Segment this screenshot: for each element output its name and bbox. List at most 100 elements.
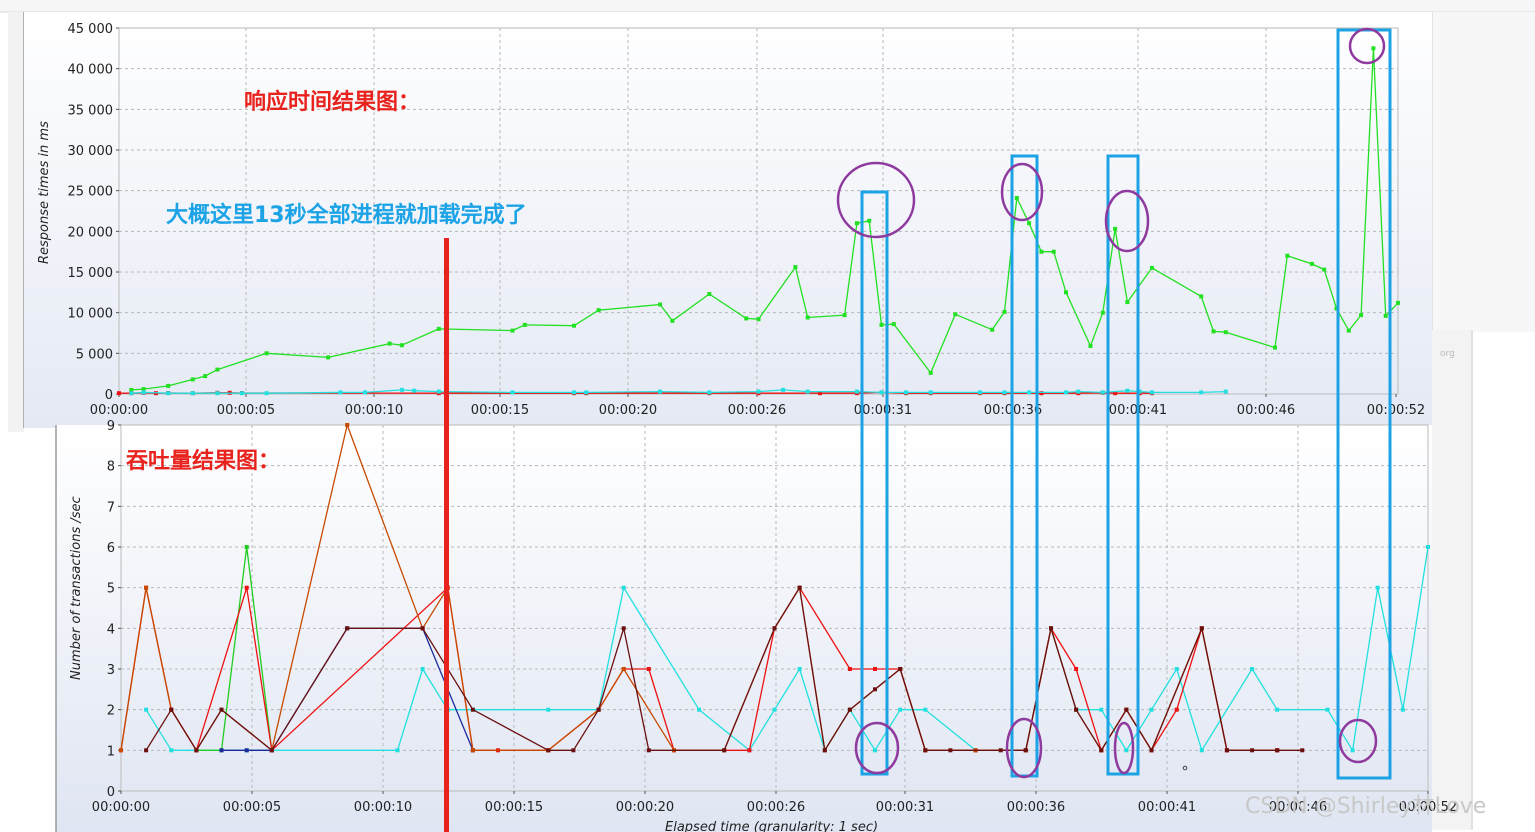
data-point <box>1400 707 1405 712</box>
left-window-edge <box>8 12 24 432</box>
data-point <box>873 748 877 753</box>
data-point <box>670 318 675 323</box>
data-point <box>269 748 274 753</box>
y-tick-label: 4 <box>107 622 115 637</box>
data-point <box>977 390 982 395</box>
data-point <box>190 391 195 396</box>
data-point <box>572 323 576 328</box>
data-point <box>1027 390 1032 395</box>
data-point <box>747 748 752 753</box>
x-tick-label: 00:00:41 <box>1138 800 1196 815</box>
data-point <box>244 545 249 549</box>
data-point <box>244 748 249 753</box>
data-point <box>998 748 1003 753</box>
data-point <box>797 585 802 590</box>
data-point <box>1359 313 1364 318</box>
data-point <box>1064 290 1068 295</box>
throughput-annotation-title: 吞吐量结果图： <box>126 448 280 474</box>
data-point <box>338 390 343 395</box>
data-point <box>144 707 149 712</box>
data-point <box>1074 667 1079 671</box>
data-point <box>522 322 527 327</box>
data-point <box>169 707 174 712</box>
x-tick-label: 00:00:05 <box>223 800 281 815</box>
data-point <box>326 355 331 360</box>
data-point <box>1426 545 1430 549</box>
data-point <box>571 748 576 753</box>
x-tick-label: 00:00:52 <box>1367 403 1425 418</box>
x-tick-label: 00:00:15 <box>485 800 543 815</box>
data-point <box>772 626 777 631</box>
data-point <box>1039 249 1044 254</box>
data-point <box>1099 748 1104 753</box>
data-point <box>596 308 601 313</box>
data-point <box>904 390 909 395</box>
data-point <box>1300 748 1305 753</box>
x-tick-label: 00:00:26 <box>747 800 805 815</box>
data-point <box>240 391 244 396</box>
data-point <box>1250 748 1255 753</box>
data-point <box>572 390 576 395</box>
data-point <box>345 423 350 427</box>
y-tick-label: 5 000 <box>76 347 113 362</box>
data-point <box>873 667 877 671</box>
bottom-right-grey-panel <box>1432 330 1473 830</box>
data-point <box>399 343 404 348</box>
data-point <box>621 585 626 590</box>
data-point <box>264 391 269 396</box>
data-point <box>854 389 859 394</box>
y-tick-label: 0 <box>107 785 115 800</box>
y-tick-label: 20 000 <box>68 225 114 240</box>
data-point <box>772 707 777 712</box>
data-point <box>141 390 146 395</box>
data-point <box>847 667 852 671</box>
x-tick-label: 00:00:31 <box>876 800 934 815</box>
data-point <box>470 748 475 753</box>
data-point <box>1124 707 1129 712</box>
data-point <box>928 370 933 375</box>
data-point <box>854 221 859 226</box>
data-point <box>1383 313 1388 318</box>
data-point <box>1064 390 1068 395</box>
load-complete-red-marker <box>444 238 449 832</box>
data-point <box>923 748 928 753</box>
data-point <box>219 707 224 712</box>
x-tick-label: 00:00:00 <box>90 403 148 418</box>
data-point <box>1223 330 1228 335</box>
data-point <box>1174 667 1179 671</box>
throughput-x-axis-label: Elapsed time (granularity: 1 sec) <box>665 820 878 832</box>
data-point <box>420 626 425 631</box>
data-point <box>1396 300 1400 305</box>
data-point <box>948 748 953 753</box>
data-point <box>194 748 199 753</box>
data-point <box>781 387 786 392</box>
data-point <box>510 390 515 395</box>
data-point <box>412 388 417 393</box>
data-point <box>399 387 404 392</box>
y-tick-label: 8 <box>107 460 115 475</box>
data-point <box>744 316 749 321</box>
y-tick-label: 30 000 <box>68 144 114 159</box>
y-tick-label: 2 <box>107 704 115 719</box>
data-point <box>1309 261 1314 266</box>
data-point <box>1174 707 1179 712</box>
data-point <box>756 389 761 394</box>
data-point <box>953 312 958 317</box>
x-tick-label: 00:00:36 <box>1007 800 1065 815</box>
y-tick-label: 10 000 <box>68 307 114 322</box>
x-tick-label: 00:00:00 <box>92 800 150 815</box>
composite-chart-screenshot: 05 00010 00015 00020 00025 00030 00035 0… <box>0 0 1535 832</box>
data-point <box>822 748 827 753</box>
data-point <box>722 748 727 753</box>
data-point <box>1250 667 1255 671</box>
data-point <box>1199 748 1204 753</box>
y-tick-label: 5 <box>107 582 115 597</box>
data-point <box>166 383 171 388</box>
data-point <box>891 322 896 327</box>
data-point <box>144 585 149 590</box>
data-point <box>1199 626 1204 631</box>
x-tick-label: 00:00:15 <box>471 403 529 418</box>
throughput-y-axis-label: Number of transactions /sec <box>69 496 84 680</box>
x-tick-label: 00:00:20 <box>599 403 657 418</box>
data-point <box>169 748 174 753</box>
